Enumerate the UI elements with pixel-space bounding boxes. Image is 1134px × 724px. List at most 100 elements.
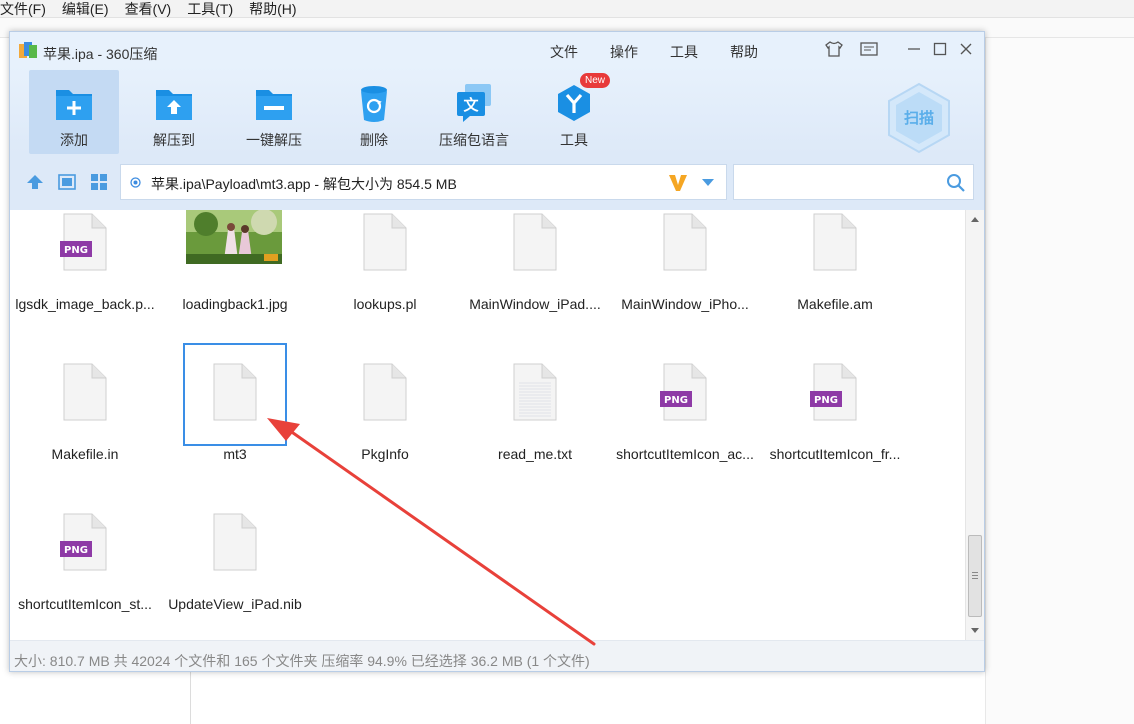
file-item[interactable]: UpdateView_iPad.nib bbox=[160, 506, 310, 640]
search-icon[interactable] bbox=[946, 173, 966, 193]
status-text: 大小: 810.7 MB 共 42024 个文件和 165 个文件夹 压缩率 9… bbox=[14, 653, 590, 669]
search-input[interactable] bbox=[733, 164, 974, 200]
file-item[interactable]: MainWindow_iPho... bbox=[610, 210, 760, 356]
png-file-icon: PNG bbox=[810, 363, 857, 421]
scan-badge[interactable]: 扫描 bbox=[886, 82, 952, 154]
file-name: shortcutItemIcon_ac... bbox=[616, 446, 754, 462]
file-name: PkgInfo bbox=[361, 446, 409, 462]
file-item[interactable]: read_me.txt bbox=[460, 356, 610, 506]
png-file-icon: PNG bbox=[60, 513, 107, 571]
close-icon[interactable] bbox=[956, 40, 976, 58]
file-item[interactable]: PNG lgsdk_image_back.p... bbox=[10, 210, 160, 356]
file-name: lookups.pl bbox=[353, 296, 417, 312]
add-button[interactable]: 添加 bbox=[29, 70, 119, 154]
file-name: loadingback1.jpg bbox=[182, 296, 288, 312]
extract-to-button[interactable]: 解压到 bbox=[129, 70, 219, 154]
menu-file[interactable]: 文件 bbox=[550, 42, 578, 62]
archive-window: 苹果.ipa - 360压缩 文件 操作 工具 帮助 添加 解压到 一键解压 删… bbox=[9, 31, 985, 672]
file-name: Makefile.in bbox=[51, 446, 119, 462]
file-item[interactable]: PNG shortcutItemIcon_ac... bbox=[610, 356, 760, 506]
title-bar: 苹果.ipa - 360压缩 文件 操作 工具 帮助 bbox=[10, 32, 984, 66]
extract-to-button-label: 解压到 bbox=[153, 132, 195, 148]
tools-button[interactable]: 工具 New bbox=[529, 70, 619, 154]
recycle-bin-icon bbox=[361, 86, 387, 122]
svg-text:PNG: PNG bbox=[814, 395, 838, 406]
archive-icon bbox=[130, 177, 141, 188]
extract-to-folder-icon bbox=[156, 90, 192, 120]
vertical-scrollbar[interactable] bbox=[965, 210, 984, 640]
file-file-icon bbox=[813, 213, 857, 271]
detail-view-icon[interactable] bbox=[57, 172, 77, 192]
v-logo-icon[interactable] bbox=[667, 173, 689, 193]
thumbnail-view-icon[interactable] bbox=[89, 172, 109, 192]
add-folder-icon bbox=[56, 90, 92, 120]
navigation-bar: 苹果.ipa\Payload\mt3.app - 解包大小为 854.5 MB bbox=[10, 154, 984, 210]
svg-text:PNG: PNG bbox=[64, 545, 88, 556]
scroll-down-icon[interactable] bbox=[970, 627, 980, 634]
language-icon: 文 bbox=[457, 84, 491, 122]
file-item[interactable]: PNG shortcutItemIcon_st... bbox=[10, 506, 160, 640]
window-title: 苹果.ipa - 360压缩 bbox=[43, 46, 158, 62]
tools-button-label: 工具 bbox=[560, 132, 588, 148]
file-item[interactable]: lookups.pl bbox=[310, 210, 460, 356]
chevron-down-icon[interactable] bbox=[701, 178, 715, 188]
menu-operation[interactable]: 操作 bbox=[610, 42, 638, 62]
delete-button[interactable]: 删除 bbox=[329, 70, 419, 154]
image-thumbnail bbox=[186, 210, 282, 264]
file-name: UpdateView_iPad.nib bbox=[168, 596, 302, 612]
bg-menu-help[interactable]: 帮助(H) bbox=[249, 2, 296, 16]
menu-tools[interactable]: 工具 bbox=[670, 42, 698, 62]
background-menubar: 文件(F) 编辑(E) 查看(V) 工具(T) 帮助(H) bbox=[0, 0, 1134, 18]
maximize-icon[interactable] bbox=[930, 40, 950, 58]
scan-label: 扫描 bbox=[904, 109, 934, 127]
file-file-icon bbox=[363, 363, 407, 421]
one-click-extract-label: 一键解压 bbox=[246, 132, 302, 148]
bg-menu-tools[interactable]: 工具(T) bbox=[187, 2, 233, 16]
file-name: read_me.txt bbox=[498, 446, 572, 462]
file-file-icon bbox=[513, 213, 557, 271]
svg-text:文: 文 bbox=[463, 96, 479, 114]
feedback-icon[interactable] bbox=[859, 40, 879, 58]
file-item[interactable]: MainWindow_iPad.... bbox=[460, 210, 610, 356]
archive-language-button[interactable]: 文 压缩包语言 bbox=[429, 70, 519, 154]
selection-highlight bbox=[183, 343, 287, 446]
background-panel bbox=[985, 38, 1134, 724]
file-name: MainWindow_iPad.... bbox=[469, 296, 601, 312]
file-name: shortcutItemIcon_st... bbox=[18, 596, 152, 612]
file-item[interactable]: Makefile.am bbox=[760, 210, 910, 356]
file-item[interactable]: Makefile.in bbox=[10, 356, 160, 506]
file-name: MainWindow_iPho... bbox=[621, 296, 749, 312]
file-item[interactable]: loadingback1.jpg bbox=[160, 210, 310, 356]
path-bar[interactable]: 苹果.ipa\Payload\mt3.app - 解包大小为 854.5 MB bbox=[120, 164, 727, 200]
background-divider bbox=[190, 672, 191, 724]
up-folder-icon[interactable] bbox=[25, 172, 45, 192]
status-bar: 大小: 810.7 MB 共 42024 个文件和 165 个文件夹 压缩率 9… bbox=[10, 640, 984, 671]
file-file-icon bbox=[663, 213, 707, 271]
file-name: lgsdk_image_back.p... bbox=[15, 296, 155, 312]
minimize-icon[interactable] bbox=[904, 40, 924, 58]
bg-menu-view[interactable]: 查看(V) bbox=[125, 2, 172, 16]
skin-icon[interactable] bbox=[824, 40, 844, 58]
file-name: Makefile.am bbox=[797, 296, 873, 312]
one-click-extract-button[interactable]: 一键解压 bbox=[229, 70, 319, 154]
bg-menu-file[interactable]: 文件(F) bbox=[0, 2, 46, 16]
app-logo-icon bbox=[19, 42, 37, 58]
main-toolbar: 添加 解压到 一键解压 删除 文 压缩包语言 工具 New 扫描 bbox=[10, 66, 984, 154]
svg-text:PNG: PNG bbox=[664, 395, 688, 406]
scroll-up-icon[interactable] bbox=[970, 216, 980, 223]
file-item[interactable]: PkgInfo bbox=[310, 356, 460, 506]
file-file-icon bbox=[63, 363, 107, 421]
png-file-icon: PNG bbox=[60, 213, 107, 271]
png-file-icon: PNG bbox=[660, 363, 707, 421]
file-file-icon bbox=[213, 513, 257, 571]
txt-file-icon bbox=[513, 363, 557, 421]
menu-help[interactable]: 帮助 bbox=[730, 42, 758, 62]
archive-language-label: 压缩包语言 bbox=[439, 132, 509, 148]
new-badge: New bbox=[580, 73, 610, 88]
file-item[interactable]: PNG shortcutItemIcon_fr... bbox=[760, 356, 910, 506]
file-list: PNG lgsdk_image_back.p... loadingback1.j… bbox=[10, 210, 965, 640]
scrollbar-thumb[interactable] bbox=[968, 535, 982, 617]
bg-menu-edit[interactable]: 编辑(E) bbox=[62, 2, 109, 16]
file-name: mt3 bbox=[223, 446, 247, 462]
tools-icon bbox=[558, 85, 590, 121]
